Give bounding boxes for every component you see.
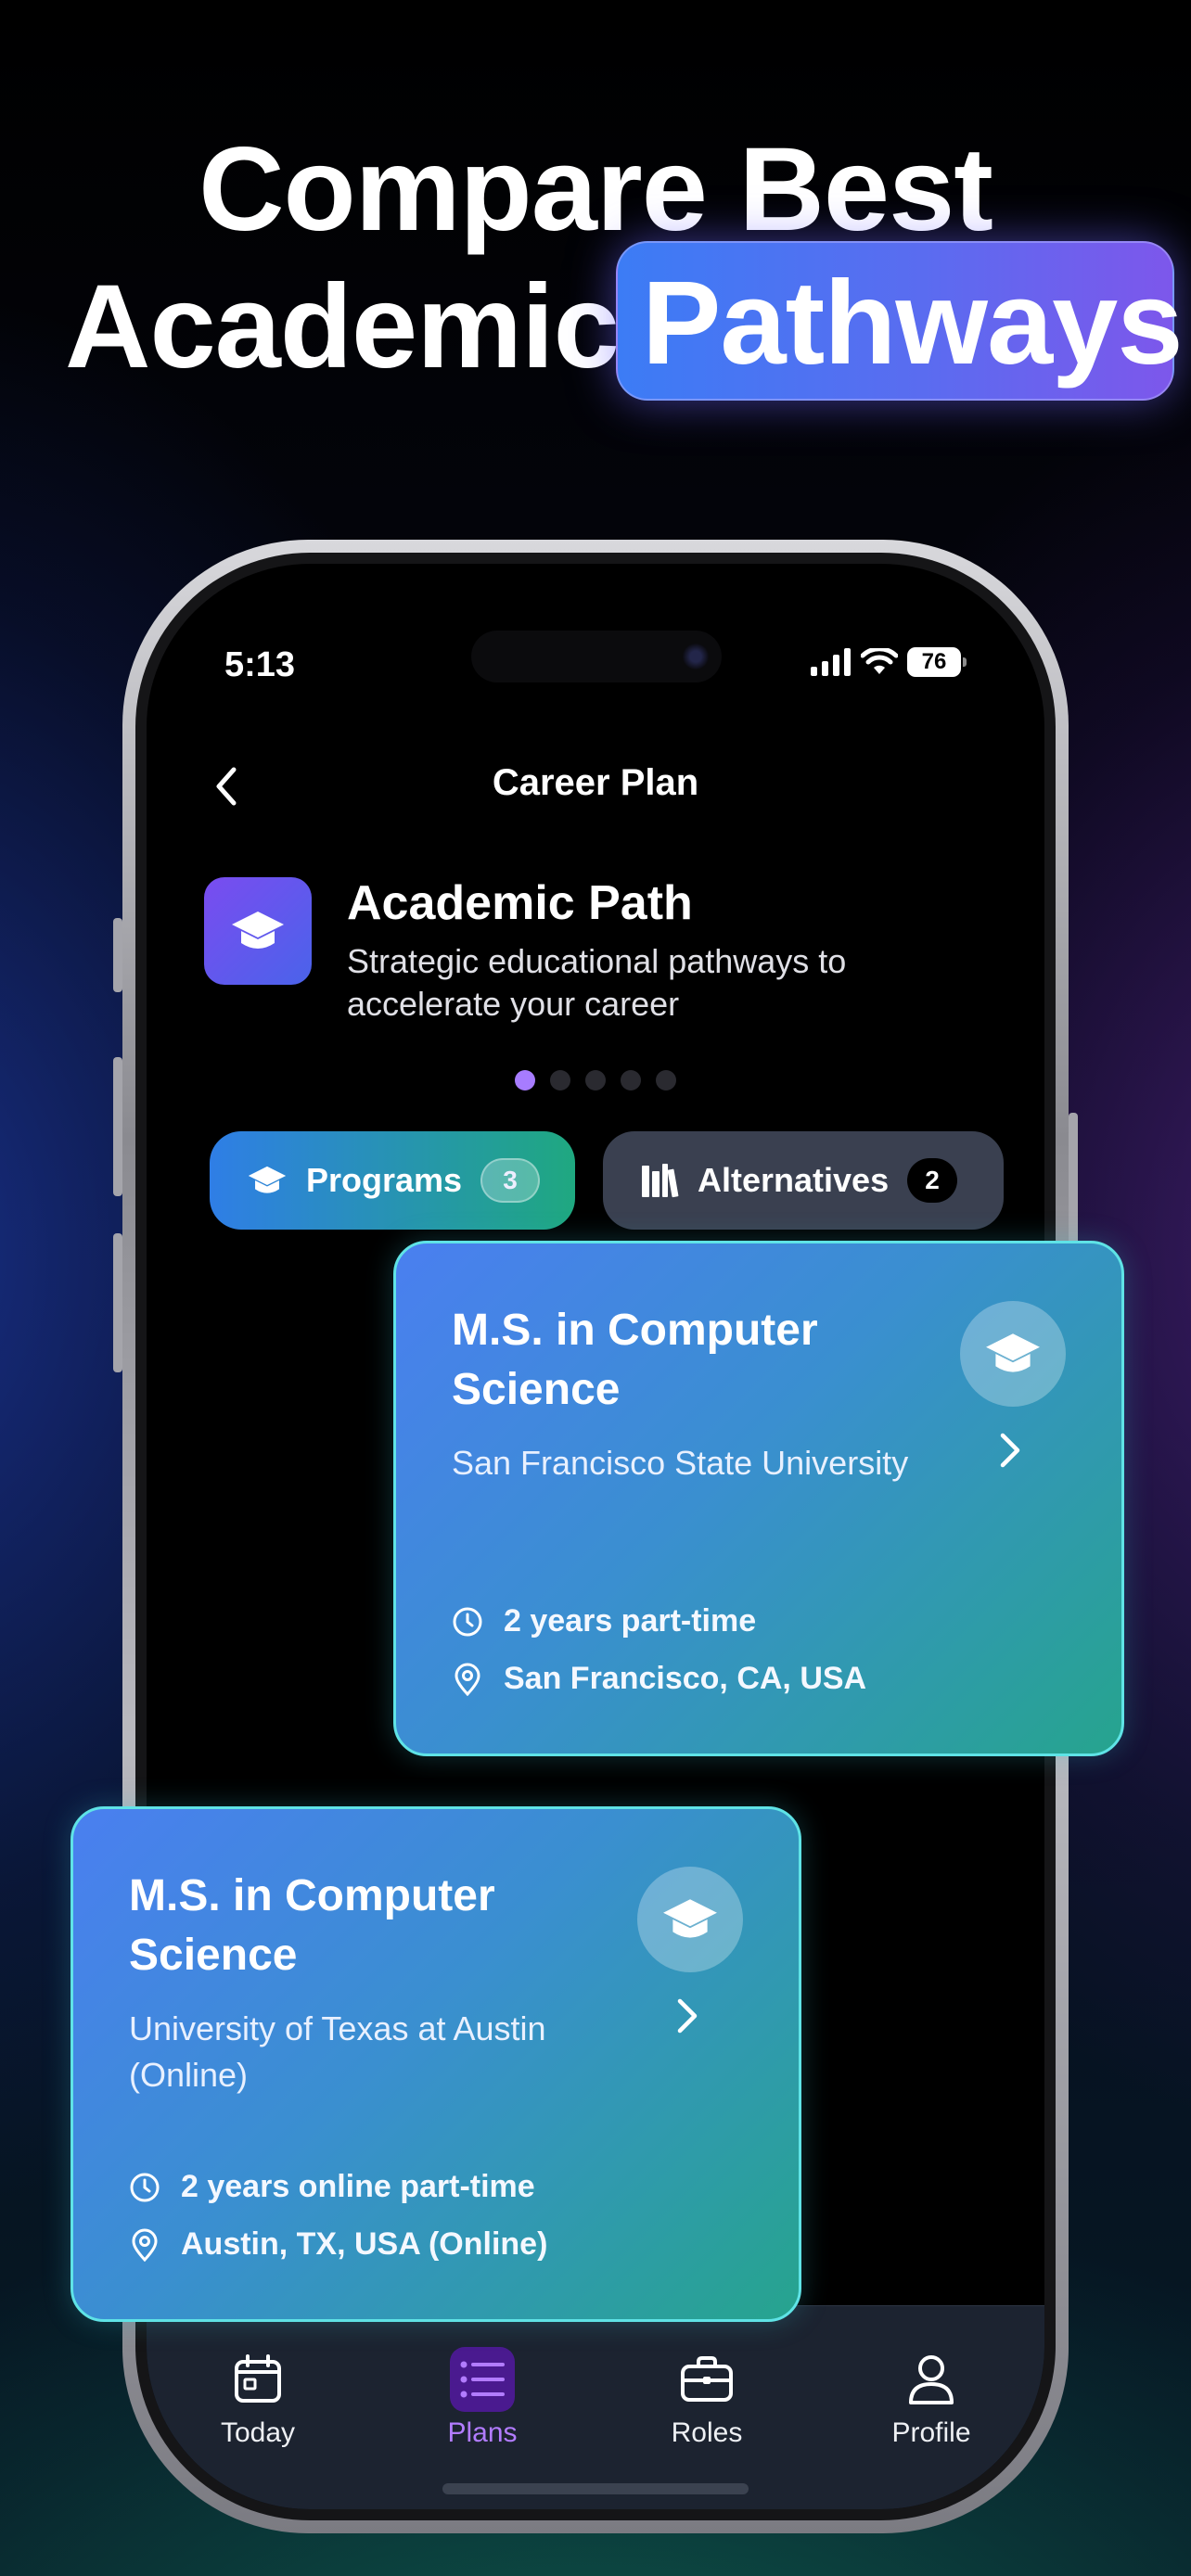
- phone-volume-down: [113, 1233, 122, 1372]
- headline-plain-word: Academic: [65, 261, 620, 393]
- chevron-right-icon: [677, 1998, 698, 2034]
- program-duration: 2 years part-time: [452, 1603, 756, 1639]
- chevron-right-icon: [1000, 1433, 1020, 1468]
- program-title: M.S. in Computer Science: [452, 1306, 818, 1414]
- tab-programs[interactable]: Programs 3: [210, 1131, 575, 1230]
- program-badge: [960, 1301, 1066, 1407]
- phone-mute-switch: [113, 918, 122, 992]
- headline: Compare Best Academic Pathways: [0, 130, 1191, 408]
- headline-highlight-pill: Pathways: [616, 241, 1183, 401]
- phone-volume-up: [113, 1057, 122, 1196]
- program-open-button[interactable]: [992, 1427, 1029, 1473]
- briefcase-icon: [681, 2356, 733, 2402]
- back-button[interactable]: [213, 759, 260, 814]
- tabbar-roles-label: Roles: [671, 2417, 743, 2448]
- status-indicators: 76: [811, 647, 967, 677]
- battery-indicator: 76: [907, 647, 967, 677]
- map-pin-icon: [132, 2228, 158, 2262]
- program-location-text: Austin, TX, USA (Online): [181, 2226, 548, 2262]
- program-location: San Francisco, CA, USA: [452, 1661, 866, 1697]
- academic-path-badge: [204, 877, 312, 985]
- tab-alternatives-count: 2: [907, 1158, 958, 1203]
- tabbar-profile-label: Profile: [891, 2417, 971, 2448]
- wifi-icon: [861, 648, 898, 674]
- bottom-tab-bar: Today Plans Roles Profile: [147, 2305, 1044, 2509]
- pager-dot-3[interactable]: [585, 1070, 606, 1090]
- program-duration-text: 2 years part-time: [504, 1603, 757, 1639]
- program-card-2[interactable]: M.S. in Computer Science University of T…: [70, 1806, 801, 2322]
- tabbar-plans-label: Plans: [447, 2417, 518, 2448]
- pager-dot-5[interactable]: [656, 1070, 676, 1090]
- program-card-1[interactable]: M.S. in Computer Science San Francisco S…: [393, 1241, 1124, 1756]
- graduation-cap-icon: [232, 912, 284, 949]
- calendar-icon: [235, 2354, 281, 2403]
- program-location: Austin, TX, USA (Online): [129, 2226, 547, 2263]
- camera-icon: [683, 644, 709, 670]
- tabbar-profile[interactable]: Profile: [848, 2347, 1015, 2449]
- clock-icon: [130, 2173, 160, 2201]
- program-location-text: San Francisco, CA, USA: [504, 1661, 867, 1696]
- clock-icon: [453, 1607, 482, 1636]
- pager-dot-1[interactable]: [515, 1070, 535, 1090]
- program-university: San Francisco State University: [452, 1444, 909, 1482]
- tabbar-today[interactable]: Today: [174, 2347, 341, 2449]
- pager-dots: [147, 1070, 1044, 1090]
- tab-programs-label: Programs: [306, 1161, 463, 1199]
- pager-dot-4[interactable]: [621, 1070, 641, 1090]
- program-title: M.S. in Computer Science: [129, 1871, 495, 1980]
- status-time: 5:13: [224, 645, 296, 684]
- tab-alternatives-label: Alternatives: [698, 1161, 890, 1199]
- nav-title: Career Plan: [492, 762, 699, 803]
- page-title: Academic Path: [347, 876, 693, 930]
- promo-canvas: Compare Best Academic Pathways 5:13 76 C…: [0, 0, 1191, 2576]
- tabbar-roles[interactable]: Roles: [623, 2347, 790, 2449]
- cellular-signal-icon: [811, 648, 851, 676]
- program-badge: [637, 1867, 743, 1972]
- map-pin-icon: [455, 1663, 480, 1696]
- chevron-left-icon: [216, 767, 237, 806]
- tab-alternatives[interactable]: Alternatives 2: [603, 1131, 1004, 1230]
- program-open-button[interactable]: [669, 1993, 706, 2039]
- program-duration-text: 2 years online part-time: [181, 2169, 535, 2204]
- program-university: University of Texas at Austin (Online): [129, 2009, 546, 2094]
- list-icon: [460, 2361, 505, 2398]
- graduation-cap-icon: [663, 1899, 717, 1938]
- tab-programs-count: 3: [480, 1158, 541, 1203]
- headline-highlight-word: Pathways: [642, 257, 1183, 389]
- program-duration: 2 years online part-time: [129, 2169, 535, 2205]
- person-icon: [909, 2355, 954, 2404]
- books-icon: [642, 1164, 679, 1198]
- graduation-cap-icon: [986, 1333, 1040, 1372]
- page-subtitle: Strategic educational pathways to accele…: [347, 942, 847, 1023]
- tabbar-plans[interactable]: Plans: [399, 2347, 566, 2449]
- pager-dot-2[interactable]: [550, 1070, 570, 1090]
- home-indicator: [442, 2483, 749, 2494]
- headline-line-1: Compare Best: [198, 123, 993, 256]
- graduation-cap-icon: [248, 1166, 287, 1193]
- tabbar-today-label: Today: [220, 2417, 296, 2448]
